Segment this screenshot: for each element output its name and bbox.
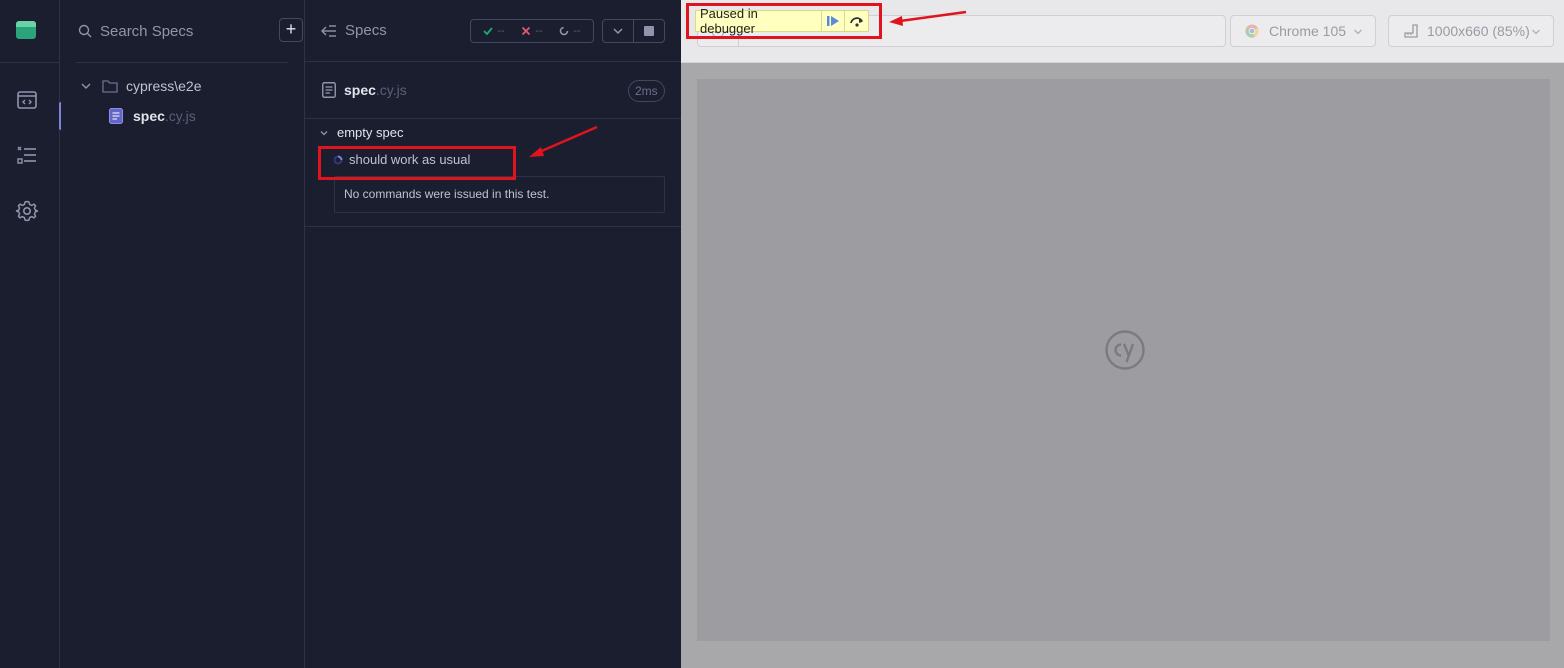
runnable-header: spec .cy.js 2ms — [305, 62, 681, 119]
check-icon — [483, 27, 494, 36]
runnable-file: spec .cy.js — [322, 82, 407, 98]
passed-stat: -- — [483, 25, 505, 37]
chevron-down-icon — [81, 83, 91, 89]
cypress-logo-icon — [1105, 330, 1145, 370]
spec-list-separator — [76, 62, 288, 63]
specs-label: Specs — [345, 22, 387, 39]
search-icon — [78, 24, 92, 38]
chrome-browser-icon — [1245, 24, 1259, 38]
failed-count: -- — [535, 25, 543, 37]
spec-file-row[interactable]: spec .cy.js — [109, 105, 196, 127]
settings-gear-icon[interactable] — [14, 198, 40, 224]
spec-list-panel: + cypress\e2e spec.cy.js — [61, 0, 305, 668]
pending-count: -- — [573, 25, 581, 37]
specs-toggle-button[interactable]: Specs — [321, 22, 387, 39]
passed-count: -- — [497, 25, 505, 37]
chevron-down-icon — [1354, 29, 1362, 35]
spec-file-name: spec — [133, 108, 165, 124]
browser-label: Chrome 105 — [1269, 23, 1347, 39]
pending-spinner-icon — [560, 26, 569, 36]
annotation-arrow-icon — [889, 10, 967, 26]
x-icon — [522, 26, 531, 36]
folder-icon — [102, 80, 118, 93]
annotation-box-debugger — [686, 3, 882, 39]
app-under-test-area: Chrome 105 1000x660 (85%) — [681, 0, 1564, 668]
aut-iframe[interactable] — [697, 79, 1550, 641]
annotation-arrow-icon — [529, 125, 598, 157]
search-specs-input[interactable] — [100, 18, 250, 44]
stop-button[interactable] — [634, 20, 664, 42]
ruler-icon — [1404, 24, 1418, 38]
document-icon — [109, 108, 123, 124]
specs-nav-icon[interactable] — [14, 87, 40, 113]
add-spec-button[interactable]: + — [279, 18, 303, 42]
suite-title: empty spec — [337, 125, 404, 140]
chevron-down-icon — [1532, 29, 1540, 35]
runnable-file-name: spec — [344, 82, 376, 98]
suite-row[interactable]: empty spec — [319, 125, 403, 140]
no-commands-message: No commands were issued in this test. — [334, 176, 665, 213]
app-logo-icon — [16, 21, 36, 39]
collapse-left-icon — [321, 24, 336, 37]
stop-icon — [643, 26, 654, 36]
chevron-down-icon — [320, 130, 328, 135]
document-icon — [322, 82, 336, 98]
expand-collapse-button[interactable] — [603, 20, 633, 42]
test-stats: -- -- -- — [470, 19, 594, 43]
reporter-panel: Specs -- -- -- spec .cy.js 2ms empty spe… — [305, 0, 681, 668]
folder-label: cypress\e2e — [126, 78, 202, 94]
failed-stat: -- — [521, 25, 543, 37]
nav-separator — [0, 62, 60, 63]
browser-selector[interactable]: Chrome 105 — [1230, 15, 1376, 47]
chevron-down-icon — [613, 28, 623, 35]
viewport-label: 1000x660 (85%) — [1427, 23, 1530, 39]
folder-row[interactable]: cypress\e2e — [76, 75, 201, 97]
run-controls — [602, 19, 665, 43]
spec-search: + — [76, 18, 303, 44]
pending-stat: -- — [559, 25, 581, 37]
left-nav — [0, 0, 60, 668]
duration-badge: 2ms — [628, 80, 665, 102]
runnable-file-extension: .cy.js — [375, 82, 407, 98]
spec-file-extension: .cy.js — [164, 108, 196, 124]
runs-nav-icon[interactable] — [14, 142, 40, 168]
reporter-header: Specs -- -- -- — [305, 0, 681, 62]
viewport-selector[interactable]: 1000x660 (85%) — [1388, 15, 1554, 47]
annotation-box-test — [318, 146, 516, 180]
